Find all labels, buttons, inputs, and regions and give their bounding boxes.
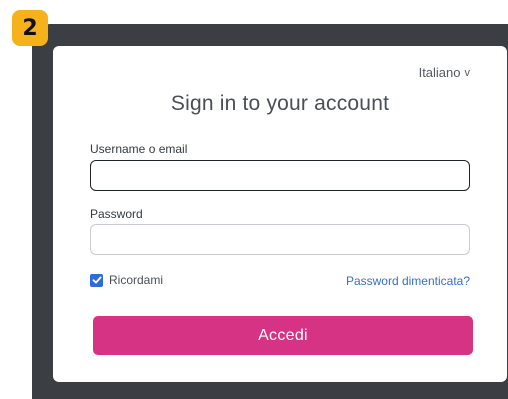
forgot-password-link[interactable]: Password dimenticata?	[346, 274, 470, 288]
username-label: Username o email	[90, 142, 188, 156]
remember-me-checkbox[interactable]	[90, 273, 103, 287]
language-selector[interactable]: Italiano v	[419, 65, 470, 80]
page-title: Sign in to your account	[170, 92, 390, 115]
screenshot-canvas: 2 Italiano v Sign in to your account Use…	[0, 0, 508, 399]
step-number-badge: 2	[12, 10, 48, 46]
username-field[interactable]	[90, 160, 470, 191]
checkmark-icon	[92, 276, 101, 284]
password-label: Password	[90, 207, 143, 221]
remember-me-label: Ricordami	[109, 273, 164, 287]
sign-in-button[interactable]: Accedi	[93, 316, 473, 355]
language-label: Italiano	[418, 65, 461, 80]
login-card: Italiano v Sign in to your account Usern…	[53, 46, 507, 382]
password-field[interactable]	[90, 224, 470, 255]
remember-me-row[interactable]: Ricordami	[90, 273, 163, 287]
chevron-down-icon: v	[464, 66, 471, 79]
